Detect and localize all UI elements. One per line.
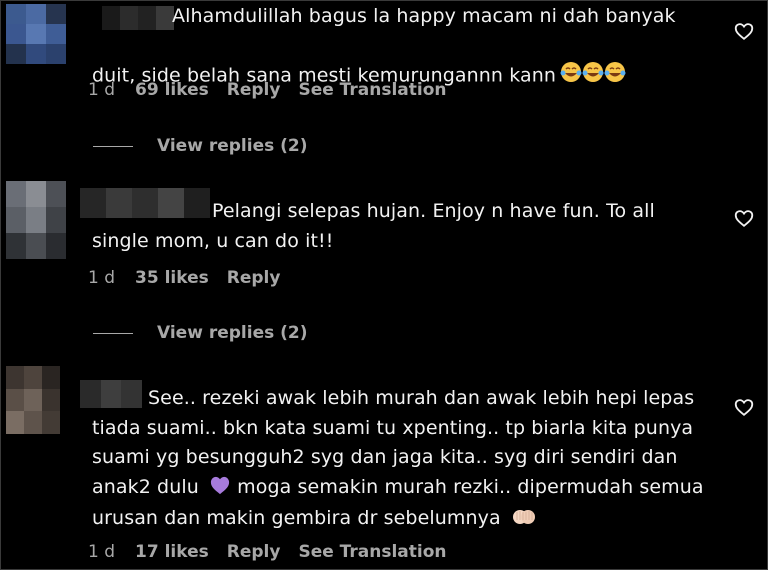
see-translation-button[interactable]: See Translation — [298, 542, 446, 562]
likes-count[interactable]: 35 likes — [135, 268, 209, 288]
timestamp: 1 d — [88, 542, 116, 562]
view-replies-label: View replies (2) — [157, 323, 308, 343]
likes-count[interactable]: 69 likes — [135, 80, 209, 100]
comment-line: suami yg besungguh2 syg dan jaga kita.. … — [92, 446, 678, 468]
like-heart-icon[interactable] — [733, 396, 755, 418]
laughing-tears-icon — [560, 32, 640, 93]
view-replies-label: View replies (2) — [157, 136, 308, 156]
folded-hands-icon — [511, 506, 537, 536]
avatar[interactable] — [6, 366, 60, 434]
reply-button[interactable]: Reply — [227, 80, 281, 100]
timestamp: 1 d — [88, 268, 116, 288]
reply-button[interactable]: Reply — [227, 268, 281, 288]
comment-meta: 1 d 69 likes Reply See Translation — [88, 80, 447, 100]
comment-meta: 1 d 35 likes Reply — [88, 268, 298, 288]
comment-line: tiada suami.. bkn kata suami tu xpenting… — [92, 416, 694, 439]
divider-line — [93, 332, 133, 334]
comment-meta: 1 d 17 likes Reply See Translation — [88, 542, 447, 562]
comment-text-segment: moga semakin murah rezki.. dipermudah se… — [237, 475, 704, 498]
reply-button[interactable]: Reply — [227, 542, 281, 562]
like-heart-icon[interactable] — [733, 207, 755, 229]
divider-line — [93, 145, 133, 147]
see-translation-button[interactable]: See Translation — [298, 80, 446, 100]
avatar[interactable] — [6, 4, 66, 64]
view-replies-button[interactable]: View replies (2) — [93, 323, 308, 343]
comment-text: Pelangi selepas hujan. Enjoy n have fun.… — [92, 200, 655, 252]
comment-line: anak2 dulu moga semakin murah rezki.. di… — [92, 473, 712, 505]
avatar[interactable] — [6, 181, 66, 259]
comment-text: Alhamdulillah bagus la happy macam ni da… — [92, 2, 712, 93]
comment-text-segment: urusan dan makin gembira dr sebelumnya — [92, 507, 501, 529]
comment-text: See.. rezeki awak lebih murah dan awak l… — [92, 384, 712, 536]
comment-line: See.. rezeki awak lebih murah dan awak l… — [148, 387, 695, 409]
like-heart-icon[interactable] — [733, 20, 755, 42]
timestamp: 1 d — [88, 80, 116, 100]
comment-text-segment: anak2 dulu — [92, 475, 199, 498]
likes-count[interactable]: 17 likes — [135, 542, 209, 562]
purple-heart-icon — [209, 475, 231, 505]
view-replies-button[interactable]: View replies (2) — [93, 136, 308, 156]
comment-line: urusan dan makin gembira dr sebelumnya — [92, 504, 712, 536]
